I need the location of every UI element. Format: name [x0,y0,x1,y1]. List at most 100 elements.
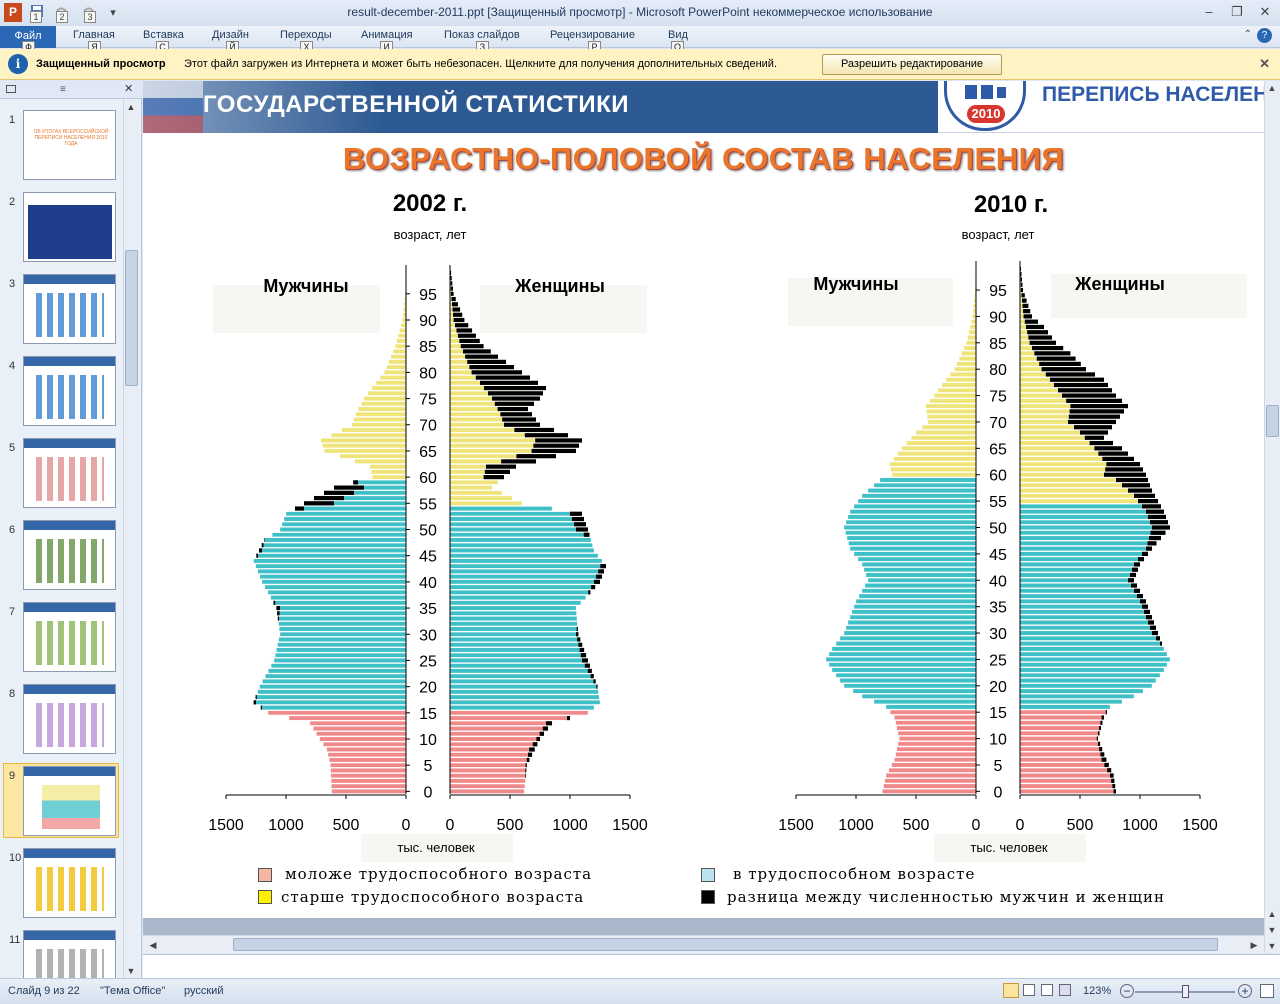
protected-view-message[interactable]: Этот файл загружен из Интернета и может … [184,58,777,70]
chart-1-men-bar [899,736,977,741]
prev-slide-icon[interactable]: ▲ [1265,907,1279,921]
theme-name[interactable]: "Тема Office" [100,985,165,997]
chart-1-diff-bar-women [1137,593,1143,599]
chart-1-men-bar [966,340,977,346]
minimize-icon[interactable]: – [1196,2,1222,22]
ribbon-expand-icon[interactable]: ⌃ [1244,29,1252,40]
tab-review[interactable]: Рецензирование [550,29,635,41]
slide-canvas[interactable]: ГОСУДАРСТВЕННОЙ СТАТИСТИКИ 2010 ПЕРЕПИСЬ… [143,81,1264,918]
scroll-left-icon[interactable]: ◀ [146,938,160,952]
tab-animations[interactable]: Анимация [361,29,413,41]
normal-view-icon[interactable] [1003,983,1019,998]
close-icon[interactable]: ✕ [1252,2,1278,22]
chart-0-diff-bar-men [260,705,262,710]
tab-design[interactable]: Дизайн [212,29,249,41]
slide-thumbnail-8[interactable] [23,684,116,754]
reading-view-icon[interactable] [1041,984,1053,996]
chart-1-diff-bar-women [1050,377,1104,382]
chart-0-women-bar [449,700,601,705]
chart-1-age-tick: 65 [989,441,1007,458]
chart-0-diff-bar-women [572,516,584,522]
outline-tab-icon[interactable]: ≡ [60,84,66,95]
chart-0-age-tick: 35 [419,601,437,618]
slide-thumbnail-4[interactable] [23,356,116,426]
horizontal-scrollbar[interactable]: ◀ ▶ [143,935,1264,953]
slide-thumbnail-1[interactable]: ОБ ИТОГАХ ВСЕРОССИЙСКОЙ ПЕРЕПИСИ НАСЕЛЕН… [23,110,116,180]
thumb-header [24,439,115,448]
chart-0-men-bar [329,757,407,763]
enable-editing-button[interactable]: Разрешить редактирование [822,54,1002,75]
tab-insert[interactable]: Вставка [143,29,184,41]
slide-thumbnail-2[interactable] [23,192,116,262]
chart-1-diff-bar-women [1099,725,1101,731]
chart-1-diff-bar-women [1029,340,1056,345]
slide-thumbnail-5[interactable] [23,438,116,508]
chart-1-men-bar [889,461,977,467]
slide-thumbnail-9[interactable] [23,766,116,836]
chart-0-men-bar [388,359,407,365]
tab-home[interactable]: Главная [73,29,115,41]
chart-1-men-bar [954,366,977,372]
chart-1-x-tick-men: 1000 [838,817,874,834]
restore-icon[interactable]: ❐ [1224,2,1250,22]
close-message-icon[interactable]: ✕ [1259,56,1270,72]
zoom-out-icon[interactable]: − [1120,984,1134,998]
chart-1-men-bar [825,657,977,662]
scroll-down-icon[interactable]: ▼ [1265,939,1279,953]
slide-thumbnail-7[interactable] [23,602,116,672]
chart-0-men-bar [256,553,407,558]
chart-0-diff-bar-men [273,600,276,605]
chart-0-age-tick: 5 [424,758,433,775]
title-bar: P ▾ 1 2 3 result-december-2011.ppt [Защи… [0,0,1280,26]
chart-0-diff-bar-women [455,323,469,328]
chart-1-diff-bar-women [1100,720,1103,725]
chart-0-women-bar [449,553,599,558]
tab-view[interactable]: Вид [668,29,688,41]
chart-0-diff-bar-women [459,338,480,344]
zoom-slider-thumb[interactable] [1182,985,1189,998]
chart-0-diff-bar-men [276,605,280,611]
chart-0-diff-bar-women [501,459,536,464]
chart-1-men-bar [927,414,977,419]
panel-scroll-down-icon[interactable]: ▼ [124,964,138,978]
chart-0-men-bar [278,637,407,642]
chart-1-women-bar [1019,530,1166,536]
tab-transitions[interactable]: Переходы [280,29,332,41]
notes-pane[interactable] [143,954,1280,978]
slide-thumbnail-3[interactable] [23,274,116,344]
slide-show-view-icon[interactable] [1059,984,1071,996]
next-slide-icon[interactable]: ▼ [1265,923,1279,937]
chart-0-diff-bar-women [450,275,452,281]
chart-1-men-bar [937,388,977,393]
help-icon[interactable]: ? [1257,28,1272,43]
slide-vertical-scrollbar[interactable]: ▲ ▲ ▼ ▼ [1264,81,1280,953]
chart-1-men-bar [885,704,977,710]
zoom-in-icon[interactable]: + [1238,984,1252,998]
fit-slide-icon[interactable] [1260,984,1274,998]
tab-slide-show[interactable]: Показ слайдов [444,29,520,41]
chart-0-women-bar [449,569,605,574]
chart-0-men-bar [369,464,407,469]
panel-scroll-thumb[interactable] [125,250,138,386]
zoom-level[interactable]: 123% [1083,985,1111,997]
chart-0-x-tick-women: 1000 [552,817,588,834]
panel-scroll-up-icon[interactable]: ▲ [124,100,138,114]
horizontal-scroll-thumb[interactable] [233,938,1218,951]
scroll-right-icon[interactable]: ▶ [1247,938,1261,952]
chart-1-x-tick-men: 500 [903,817,930,834]
chart-1-men-bar [896,746,977,752]
scroll-up-icon[interactable]: ▲ [1265,81,1279,95]
slide-sorter-view-icon[interactable] [1023,984,1035,996]
chart-1-women-bar [1019,546,1153,551]
panel-scrollbar[interactable]: ▲ ▼ [123,100,139,978]
chart-0-women-bar [449,773,526,778]
slide-thumbnail-6[interactable] [23,520,116,590]
slide-scroll-thumb[interactable] [1266,405,1279,437]
close-panel-icon[interactable]: ✕ [124,82,133,95]
chart-1-men-bar [925,403,977,409]
chart-0-diff-bar-women [539,731,544,736]
language-indicator[interactable]: русский [184,985,223,997]
slide-thumbnail-10[interactable] [23,848,116,918]
chart-0-men-bar [283,516,407,522]
slides-tab-icon[interactable] [6,85,16,93]
